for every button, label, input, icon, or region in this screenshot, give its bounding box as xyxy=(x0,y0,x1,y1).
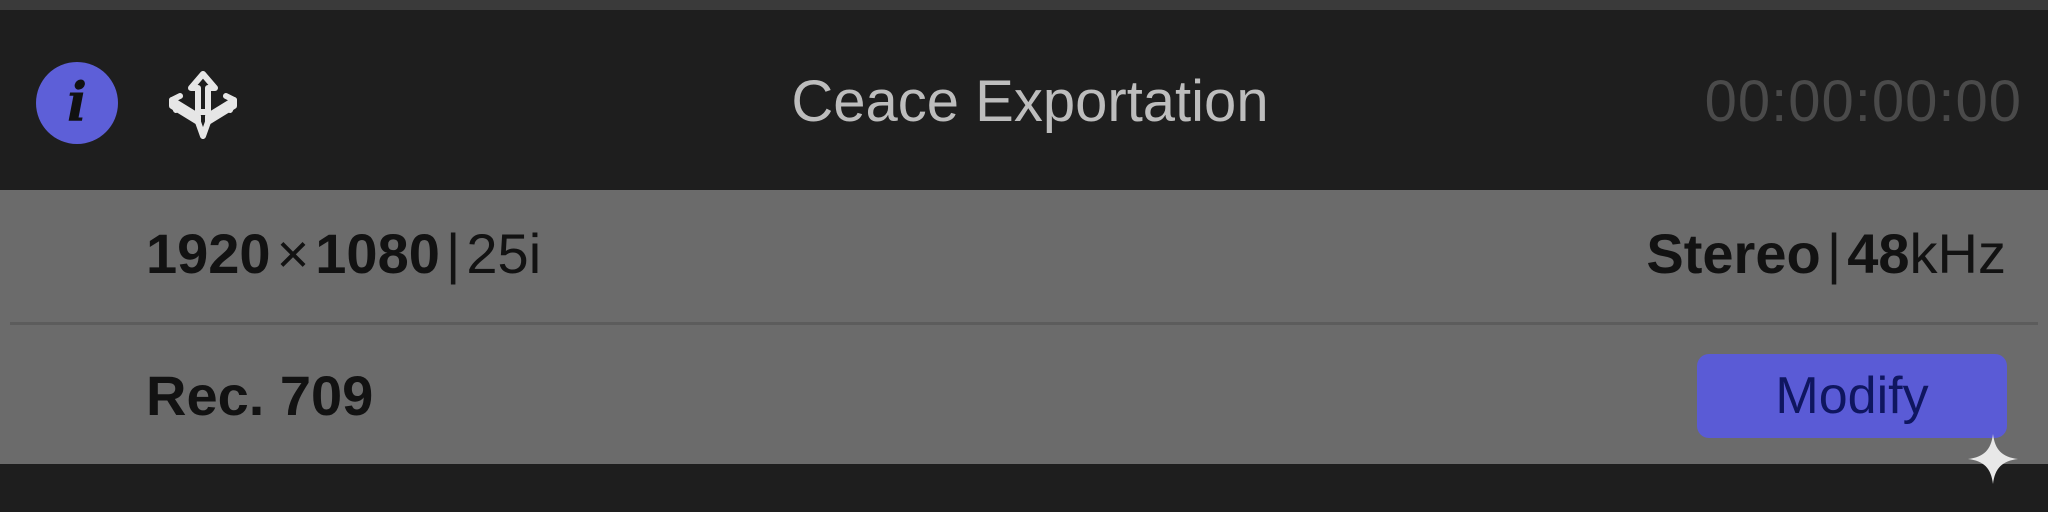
footer-bar xyxy=(0,464,2048,512)
resolution-width: 1920 xyxy=(146,222,271,285)
separator: | xyxy=(445,222,461,285)
video-format-info: 1920 × 1080 | 25i xyxy=(146,214,541,294)
timecode-display: 00:00:00:00 xyxy=(1704,69,2022,134)
audio-rate-value: 48 xyxy=(1847,222,1910,285)
top-divider xyxy=(0,0,2048,10)
modify-button[interactable]: Modify xyxy=(1697,354,2007,438)
sparkle-icon xyxy=(1968,434,2018,484)
share-arrows-icon[interactable] xyxy=(158,60,248,150)
info-glyph: i xyxy=(66,70,88,134)
frame-rate: 25i xyxy=(466,222,542,285)
audio-format-info: Stereo | 48kHz xyxy=(1646,214,2006,294)
audio-rate-unit: kHz xyxy=(1909,222,2006,285)
color-space: Rec. 709 xyxy=(146,364,374,427)
header-bar: i Ceace Exportation 00:00:00:00 xyxy=(0,10,2048,190)
audio-channels: Stereo xyxy=(1646,222,1821,285)
resolution-times: × xyxy=(276,222,310,285)
separator: | xyxy=(1826,222,1842,285)
resolution-height: 1080 xyxy=(315,222,440,285)
window-title: Ceace Exportation xyxy=(791,69,1269,134)
info-icon[interactable]: i xyxy=(36,62,118,144)
row-divider xyxy=(10,322,2038,325)
